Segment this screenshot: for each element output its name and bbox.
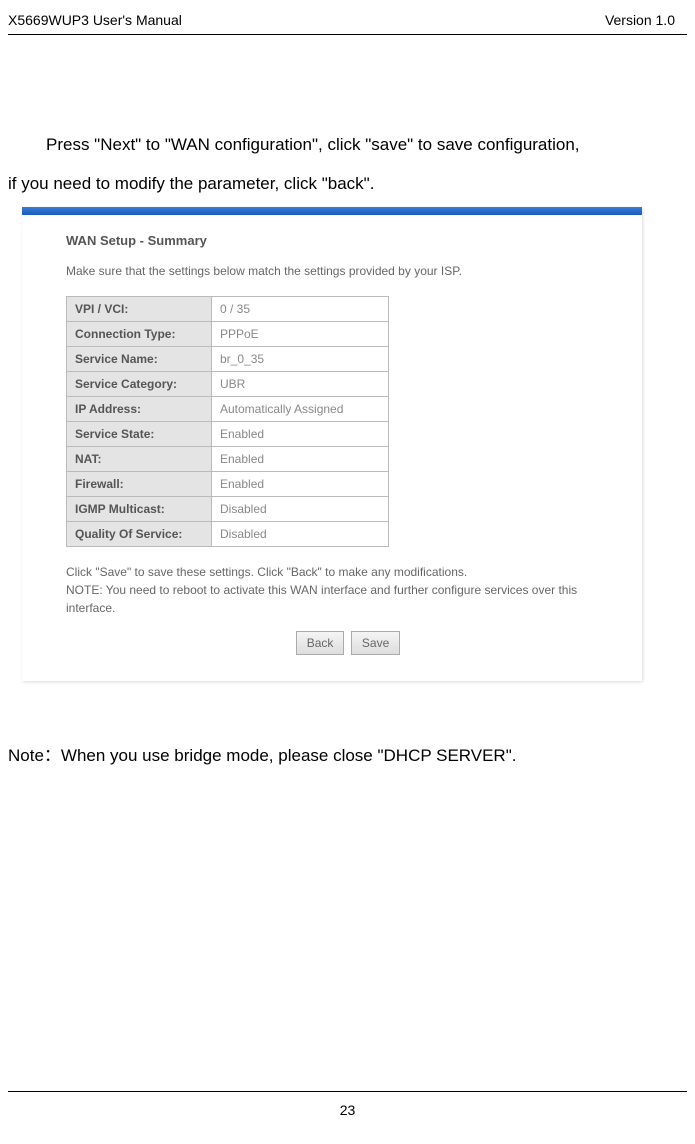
table-row: NAT:Enabled: [67, 447, 389, 472]
panel-description: Make sure that the settings below match …: [66, 264, 630, 278]
row-value: Enabled: [212, 472, 389, 497]
row-label: Service State:: [67, 422, 212, 447]
row-label: VPI / VCI:: [67, 297, 212, 322]
row-label: Connection Type:: [67, 322, 212, 347]
row-value: br_0_35: [212, 347, 389, 372]
header-left: X5669WUP3 User's Manual: [8, 12, 182, 28]
footer-divider: [8, 1091, 687, 1092]
header-right: Version 1.0: [605, 12, 675, 28]
panel-title: WAN Setup - Summary: [66, 233, 630, 248]
table-row: IP Address:Automatically Assigned: [67, 397, 389, 422]
row-value: Disabled: [212, 497, 389, 522]
table-row: Service Name:br_0_35: [67, 347, 389, 372]
table-row: IGMP Multicast:Disabled: [67, 497, 389, 522]
row-label: Service Category:: [67, 372, 212, 397]
row-label: IP Address:: [67, 397, 212, 422]
row-value: UBR: [212, 372, 389, 397]
row-label: Quality Of Service:: [67, 522, 212, 547]
row-value: Automatically Assigned: [212, 397, 389, 422]
wan-setup-screenshot: WAN Setup - Summary Make sure that the s…: [22, 207, 642, 681]
row-label: IGMP Multicast:: [67, 497, 212, 522]
row-value: Disabled: [212, 522, 389, 547]
row-value: Enabled: [212, 447, 389, 472]
table-row: Connection Type:PPPoE: [67, 322, 389, 347]
paragraph-line-1: Press "Next" to "WAN configuration", cli…: [8, 125, 687, 164]
row-value: 0 / 35: [212, 297, 389, 322]
table-row: Firewall:Enabled: [67, 472, 389, 497]
summary-table: VPI / VCI:0 / 35 Connection Type:PPPoE S…: [66, 296, 389, 547]
panel-note-line-2: NOTE: You need to reboot to activate thi…: [66, 581, 606, 617]
save-button[interactable]: Save: [351, 631, 400, 655]
row-value: PPPoE: [212, 322, 389, 347]
page-number: 23: [340, 1102, 356, 1118]
table-row: Service Category:UBR: [67, 372, 389, 397]
table-row: VPI / VCI:0 / 35: [67, 297, 389, 322]
row-label: NAT:: [67, 447, 212, 472]
paragraph-line-2: if you need to modify the parameter, cli…: [8, 164, 687, 203]
panel-note-line-1: Click "Save" to save these settings. Cli…: [66, 563, 606, 581]
table-row: Quality Of Service:Disabled: [67, 522, 389, 547]
window-title-bar: [22, 207, 642, 215]
back-button[interactable]: Back: [296, 631, 345, 655]
table-row: Service State:Enabled: [67, 422, 389, 447]
note-text: Note：When you use bridge mode, please cl…: [8, 741, 687, 766]
row-value: Enabled: [212, 422, 389, 447]
row-label: Firewall:: [67, 472, 212, 497]
row-label: Service Name:: [67, 347, 212, 372]
header-divider: [8, 34, 687, 35]
